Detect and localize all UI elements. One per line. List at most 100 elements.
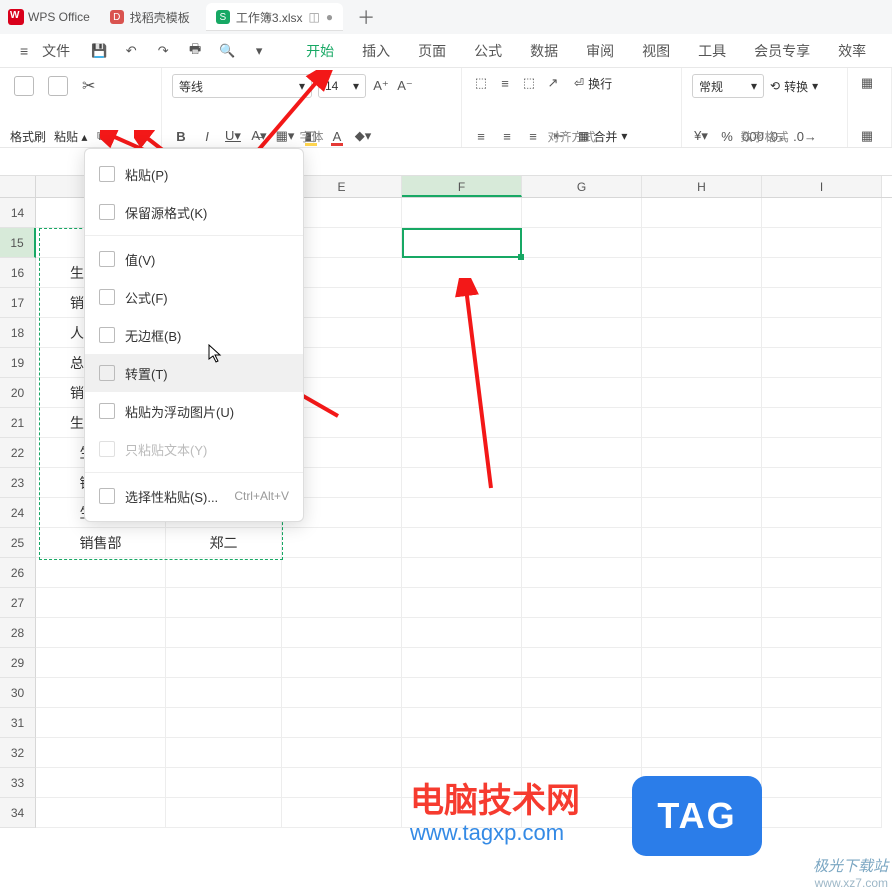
- cell[interactable]: [402, 198, 522, 228]
- tab-efficiency[interactable]: 效率: [838, 41, 866, 61]
- cell[interactable]: [402, 258, 522, 288]
- cell[interactable]: [282, 738, 402, 768]
- cell[interactable]: [522, 768, 642, 798]
- cell[interactable]: [402, 288, 522, 318]
- preview-icon[interactable]: 🔍: [218, 42, 236, 60]
- new-tab-button[interactable]: ＋: [357, 4, 375, 30]
- cell[interactable]: [762, 588, 882, 618]
- cell[interactable]: [642, 708, 762, 738]
- cell[interactable]: [402, 468, 522, 498]
- cell[interactable]: [36, 708, 166, 738]
- tab-view[interactable]: 视图: [642, 41, 670, 61]
- cell[interactable]: [642, 408, 762, 438]
- cell[interactable]: [402, 348, 522, 378]
- tab-page[interactable]: 页面: [418, 41, 446, 61]
- redo-icon[interactable]: ↷: [154, 42, 172, 60]
- cell[interactable]: [762, 468, 882, 498]
- cell[interactable]: [522, 528, 642, 558]
- cell[interactable]: [36, 678, 166, 708]
- cell[interactable]: [762, 708, 882, 738]
- cell[interactable]: [522, 498, 642, 528]
- cell[interactable]: [36, 768, 166, 798]
- tab-templates[interactable]: D 找稻壳模板: [100, 3, 200, 31]
- cell[interactable]: [282, 768, 402, 798]
- cell[interactable]: [282, 708, 402, 738]
- tab-workbook[interactable]: S 工作簿3.xlsx ◫ ●: [206, 3, 343, 31]
- cell[interactable]: [522, 288, 642, 318]
- cell[interactable]: [402, 438, 522, 468]
- col-header-g[interactable]: G: [522, 176, 642, 197]
- cell[interactable]: [166, 678, 282, 708]
- row-header[interactable]: 21: [0, 408, 36, 438]
- styles-icon[interactable]: ▦: [858, 74, 876, 92]
- cell[interactable]: [642, 258, 762, 288]
- row-header[interactable]: 16: [0, 258, 36, 288]
- align-top-icon[interactable]: ⬚: [472, 74, 490, 92]
- cell[interactable]: [36, 648, 166, 678]
- format-painter-button[interactable]: [10, 74, 38, 98]
- cell[interactable]: [166, 558, 282, 588]
- tab-insert[interactable]: 插入: [362, 41, 390, 61]
- cell[interactable]: [762, 228, 882, 258]
- select-all-corner[interactable]: [0, 176, 36, 197]
- row-header[interactable]: 28: [0, 618, 36, 648]
- cell[interactable]: [36, 798, 166, 828]
- cell[interactable]: [762, 348, 882, 378]
- cell[interactable]: [762, 618, 882, 648]
- row-header[interactable]: 23: [0, 468, 36, 498]
- cell[interactable]: [642, 468, 762, 498]
- cell[interactable]: [522, 348, 642, 378]
- cell[interactable]: [642, 378, 762, 408]
- row-header[interactable]: 24: [0, 498, 36, 528]
- cell[interactable]: [642, 318, 762, 348]
- cell[interactable]: [166, 768, 282, 798]
- cell[interactable]: [522, 618, 642, 648]
- cell[interactable]: [402, 318, 522, 348]
- cell[interactable]: [282, 678, 402, 708]
- cell[interactable]: [642, 648, 762, 678]
- cell[interactable]: [522, 318, 642, 348]
- cell[interactable]: [642, 198, 762, 228]
- cell[interactable]: [642, 558, 762, 588]
- paste-menu-float-image[interactable]: 粘贴为浮动图片(U): [85, 392, 303, 430]
- cell[interactable]: [402, 528, 522, 558]
- number-format-select[interactable]: 常规 ▾: [692, 74, 764, 98]
- tab-formula[interactable]: 公式: [474, 41, 502, 61]
- cell[interactable]: [762, 528, 882, 558]
- cell[interactable]: [762, 378, 882, 408]
- cell[interactable]: [522, 408, 642, 438]
- cell[interactable]: [282, 558, 402, 588]
- paste-menu-value[interactable]: 值(V): [85, 240, 303, 278]
- cell[interactable]: [282, 618, 402, 648]
- cell[interactable]: [762, 558, 882, 588]
- tab-home[interactable]: 开始: [306, 41, 334, 61]
- format-painter-label[interactable]: 格式刷: [10, 128, 46, 145]
- cell[interactable]: [762, 648, 882, 678]
- cell[interactable]: [522, 738, 642, 768]
- cell[interactable]: [166, 798, 282, 828]
- cell[interactable]: [36, 738, 166, 768]
- cell[interactable]: [36, 558, 166, 588]
- paste-dropdown[interactable]: 粘贴 ▴: [54, 128, 87, 145]
- cell[interactable]: [762, 288, 882, 318]
- row-header[interactable]: 14: [0, 198, 36, 228]
- row-header[interactable]: 20: [0, 378, 36, 408]
- wrap-button[interactable]: ⏎换行: [574, 75, 612, 92]
- cell[interactable]: [36, 618, 166, 648]
- row-header[interactable]: 29: [0, 648, 36, 678]
- more-icon[interactable]: ▾: [250, 42, 268, 60]
- row-header[interactable]: 34: [0, 798, 36, 828]
- cell[interactable]: [522, 438, 642, 468]
- cell[interactable]: [762, 318, 882, 348]
- cell[interactable]: [762, 438, 882, 468]
- row-header[interactable]: 31: [0, 708, 36, 738]
- col-header-f[interactable]: F: [402, 176, 522, 197]
- paste-menu-keep-source[interactable]: 保留源格式(K): [85, 193, 303, 231]
- cell[interactable]: [762, 768, 882, 798]
- font-grow-icon[interactable]: A⁺: [372, 77, 390, 95]
- cell[interactable]: [282, 648, 402, 678]
- undo-icon[interactable]: ↶: [122, 42, 140, 60]
- cell[interactable]: [282, 588, 402, 618]
- row-header[interactable]: 30: [0, 678, 36, 708]
- cell[interactable]: [282, 798, 402, 828]
